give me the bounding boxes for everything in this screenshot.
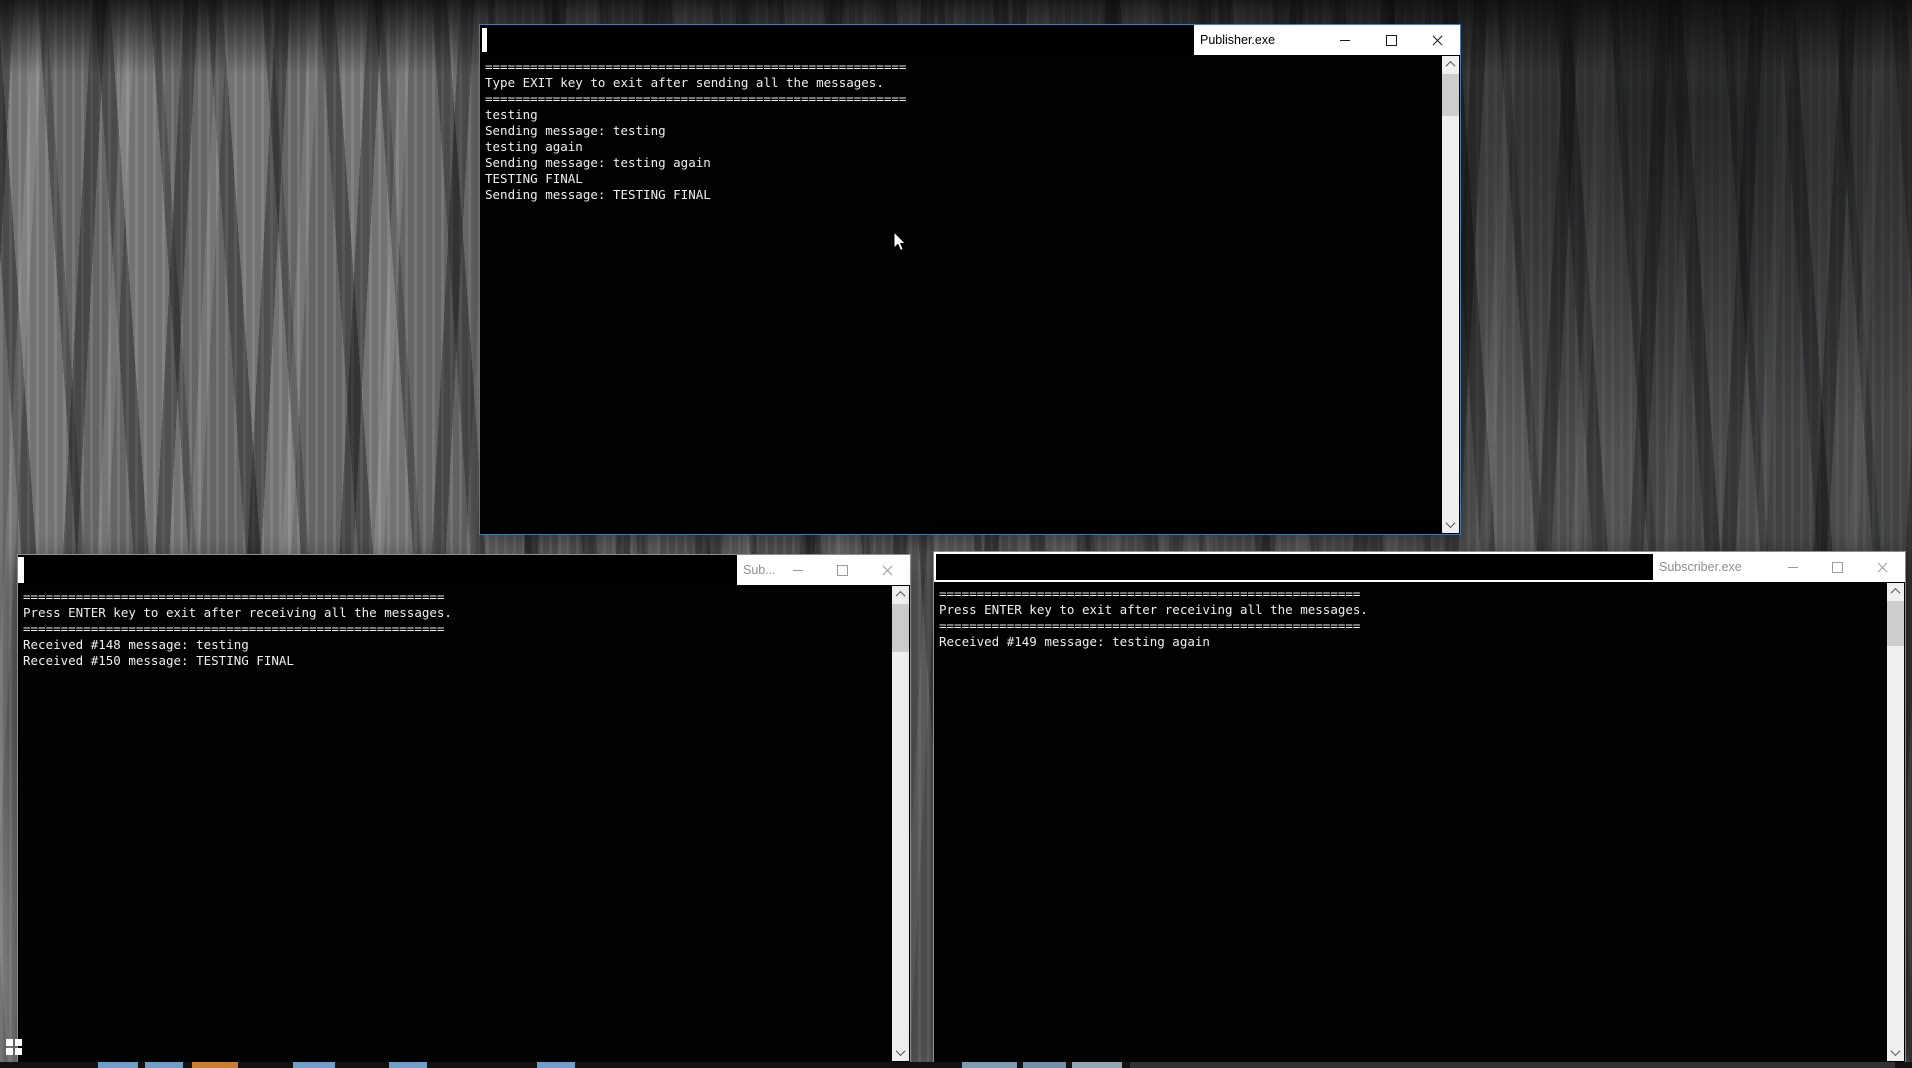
publisher-window: Publisher.exe ==========================… [479, 24, 1461, 535]
chevron-up-icon [895, 590, 906, 601]
chevron-down-icon [895, 1046, 906, 1057]
maximize-icon [837, 564, 848, 576]
console-line: TESTING FINAL [485, 171, 583, 186]
close-button[interactable] [865, 555, 910, 585]
minimize-button[interactable] [1770, 552, 1815, 582]
maximize-button[interactable] [820, 555, 865, 585]
close-icon [1877, 562, 1888, 573]
console-line: Sending message: testing again [485, 155, 711, 170]
chevron-up-icon [1890, 587, 1901, 598]
subscriber-left-window: Sub... =================================… [17, 554, 911, 1063]
subscriber-right-scrollbar[interactable] [1887, 583, 1904, 1061]
console-line: testing [485, 107, 538, 122]
start-button[interactable] [6, 1039, 23, 1056]
maximize-button[interactable] [1368, 25, 1414, 55]
close-icon [882, 565, 893, 576]
scroll-down-button[interactable] [1442, 516, 1459, 533]
taskbar-item[interactable] [192, 1062, 238, 1068]
publisher-titlebar[interactable]: Publisher.exe [480, 25, 1460, 55]
taskbar-item[interactable] [537, 1062, 575, 1068]
taskbar-item[interactable] [389, 1062, 427, 1068]
maximize-icon [1832, 561, 1843, 573]
taskbar-item[interactable] [293, 1062, 335, 1068]
minimize-icon [1787, 566, 1798, 568]
scroll-down-button[interactable] [1887, 1044, 1904, 1061]
cursor-block [482, 28, 487, 52]
taskbar-item[interactable] [98, 1062, 138, 1068]
scrollbar-thumb[interactable] [892, 604, 909, 652]
chevron-up-icon [1445, 60, 1456, 71]
titlebar-right-segment: Sub... [737, 555, 910, 585]
console-line: Sending message: testing [485, 123, 666, 138]
taskbar-item[interactable] [1023, 1062, 1066, 1068]
console-line: testing again [485, 139, 583, 154]
console-line: ========================================… [485, 59, 907, 74]
maximize-icon [1385, 34, 1397, 46]
console-line: Sending message: TESTING FINAL [485, 187, 711, 202]
console-line: ========================================… [939, 586, 1361, 601]
window-title: Subscriber.exe [1659, 560, 1742, 574]
minimize-icon [1340, 39, 1350, 41]
console-line: Received #149 message: testing again [939, 634, 1210, 649]
console-line: ========================================… [485, 91, 907, 106]
scroll-up-button[interactable] [1442, 56, 1459, 73]
windows-start-icon [6, 1039, 13, 1046]
subscriber-right-console-output[interactable]: ========================================… [935, 583, 1904, 1061]
console-line: Received #150 message: TESTING FINAL [23, 653, 294, 668]
scrollbar-thumb[interactable] [1442, 74, 1459, 116]
window-title: Sub... [743, 563, 775, 577]
scrollbar-thumb[interactable] [1887, 601, 1904, 646]
subscriber-left-titlebar[interactable]: Sub... [18, 555, 910, 585]
taskbar[interactable] [0, 1062, 1912, 1068]
console-line: Type EXIT key to exit after sending all … [485, 75, 884, 90]
console-line: Press ENTER key to exit after receiving … [939, 602, 1368, 617]
console-line: ========================================… [939, 618, 1361, 633]
publisher-console-output[interactable]: ========================================… [481, 56, 1459, 533]
subscriber-right-titlebar[interactable]: Subscriber.exe [934, 552, 1905, 582]
close-button[interactable] [1414, 25, 1460, 55]
mouse-cursor [893, 231, 907, 252]
window-title: Publisher.exe [1200, 33, 1276, 47]
scroll-up-button[interactable] [1887, 583, 1904, 600]
titlebar-marked-area [934, 552, 1653, 582]
chevron-down-icon [1890, 1046, 1901, 1057]
subscriber-left-scrollbar[interactable] [892, 586, 909, 1061]
taskbar-item[interactable] [1130, 1062, 1895, 1068]
scroll-down-button[interactable] [892, 1044, 909, 1061]
taskbar-item[interactable] [962, 1062, 1017, 1068]
console-line: ========================================… [23, 621, 445, 636]
chevron-down-icon [1445, 518, 1456, 529]
minimize-button[interactable] [775, 555, 820, 585]
subscriber-right-window: Subscriber.exe =========================… [933, 551, 1906, 1063]
close-icon [1432, 35, 1443, 46]
titlebar-right-segment: Subscriber.exe [1653, 552, 1905, 582]
console-line: Press ENTER key to exit after receiving … [23, 605, 452, 620]
close-button[interactable] [1860, 552, 1905, 582]
titlebar-right-segment: Publisher.exe [1194, 25, 1460, 55]
publisher-scrollbar[interactable] [1442, 56, 1459, 533]
subscriber-left-console-output[interactable]: ========================================… [19, 586, 909, 1061]
minimize-button[interactable] [1322, 25, 1368, 55]
taskbar-item[interactable] [1072, 1062, 1122, 1068]
console-line: ========================================… [23, 589, 445, 604]
taskbar-item[interactable] [145, 1062, 183, 1068]
scroll-up-button[interactable] [892, 586, 909, 603]
cursor-block [18, 557, 24, 583]
minimize-icon [792, 569, 803, 571]
console-line: Received #148 message: testing [23, 637, 249, 652]
maximize-button[interactable] [1815, 552, 1860, 582]
